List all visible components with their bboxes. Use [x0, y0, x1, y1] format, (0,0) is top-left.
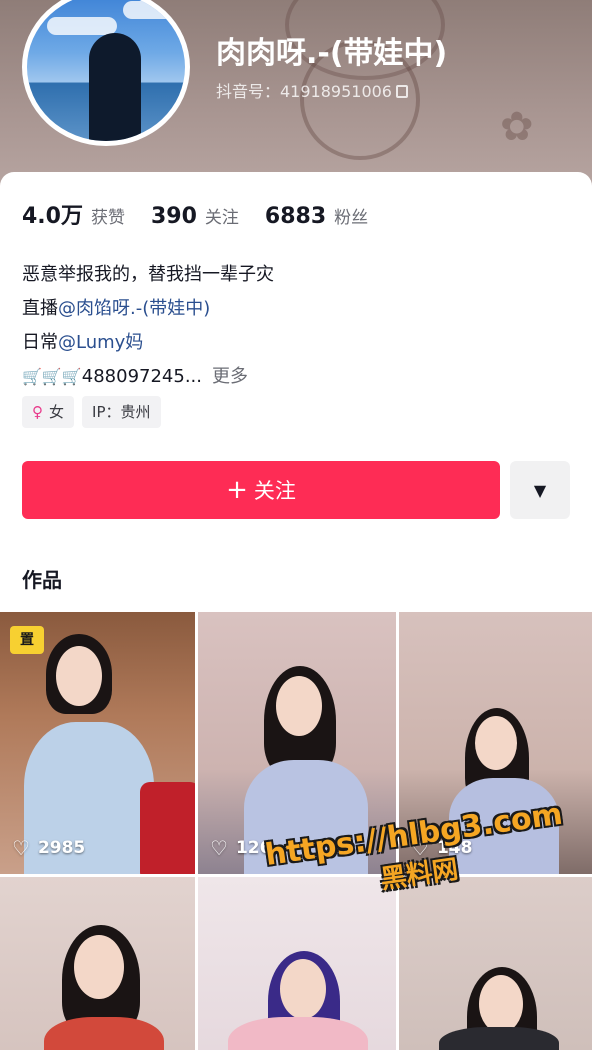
profile-name: 肉肉呀.-(带娃中) [216, 36, 448, 71]
following-label: 关注 [204, 208, 239, 228]
video-likes-count: 2985 [37, 838, 86, 858]
more-options-button[interactable]: ▼ [510, 461, 570, 519]
video-thumbnail[interactable] [399, 877, 592, 1050]
shopping-cart-icon: 🛒🛒🛒 [22, 367, 82, 386]
gender-tag: ♀ 女 [22, 396, 75, 428]
douyin-id-text: 抖音号：41918951006 [216, 82, 392, 101]
video-thumbnail[interactable]: 置 ♡ 2985 [0, 612, 195, 874]
caret-down-icon: ▼ [533, 480, 547, 500]
more-button[interactable]: 更多 [212, 366, 248, 387]
bio-number: 488097245... [81, 366, 202, 387]
douyin-id[interactable]: 抖音号：41918951006 [216, 78, 408, 102]
avatar[interactable] [22, 0, 190, 146]
heart-icon: ♡ [210, 836, 228, 860]
bio: 恶意举报我的，替我挡一辈子灾 直播@肉馅呀.-(带娃中) 日常@Lumy妈 🛒🛒… [22, 258, 274, 394]
follow-button[interactable]: + 关注 [22, 461, 500, 519]
ip-tag: IP：贵州 [82, 396, 161, 428]
flower-icon: ✿ [500, 104, 534, 150]
plus-icon: + [226, 475, 248, 505]
female-icon: ♀ [32, 403, 43, 421]
bio-line: 直播@肉馅呀.-(带娃中) [22, 292, 274, 326]
bio-prefix: 直播 [22, 298, 58, 319]
bio-prefix: 日常 [22, 332, 58, 353]
profile-banner: ✿ 肉肉呀.-(带娃中) 抖音号：41918951006 [0, 0, 592, 200]
copy-icon[interactable] [395, 85, 408, 98]
daily-mention-link[interactable]: @Lumy妈 [58, 332, 143, 353]
followers-label: 粉丝 [334, 208, 369, 228]
video-likes: ♡ 2985 [12, 836, 85, 860]
bio-line: 恶意举报我的，替我挡一辈子灾 [22, 264, 274, 285]
follow-label: 关注 [253, 479, 296, 503]
stats-row: 4.0万 获赞 390 关注 6883 粉丝 [22, 198, 394, 230]
likes-count[interactable]: 4.0万 [22, 198, 83, 230]
video-thumbnail[interactable] [0, 877, 195, 1050]
profile-tags: ♀ 女 IP：贵州 [22, 396, 161, 428]
bio-line: 🛒🛒🛒488097245... 更多 [22, 360, 274, 394]
live-mention-link[interactable]: @肉馅呀.-(带娃中) [58, 298, 210, 319]
following-count[interactable]: 390 [151, 204, 197, 229]
gender-label: 女 [49, 403, 65, 421]
likes-label: 获赞 [90, 208, 125, 228]
heart-icon: ♡ [12, 836, 30, 860]
pinned-badge: 置 [10, 626, 44, 654]
tab-works[interactable]: 作品 [22, 564, 62, 593]
followers-count[interactable]: 6883 [265, 204, 326, 229]
bio-line: 日常@Lumy妈 [22, 326, 274, 360]
